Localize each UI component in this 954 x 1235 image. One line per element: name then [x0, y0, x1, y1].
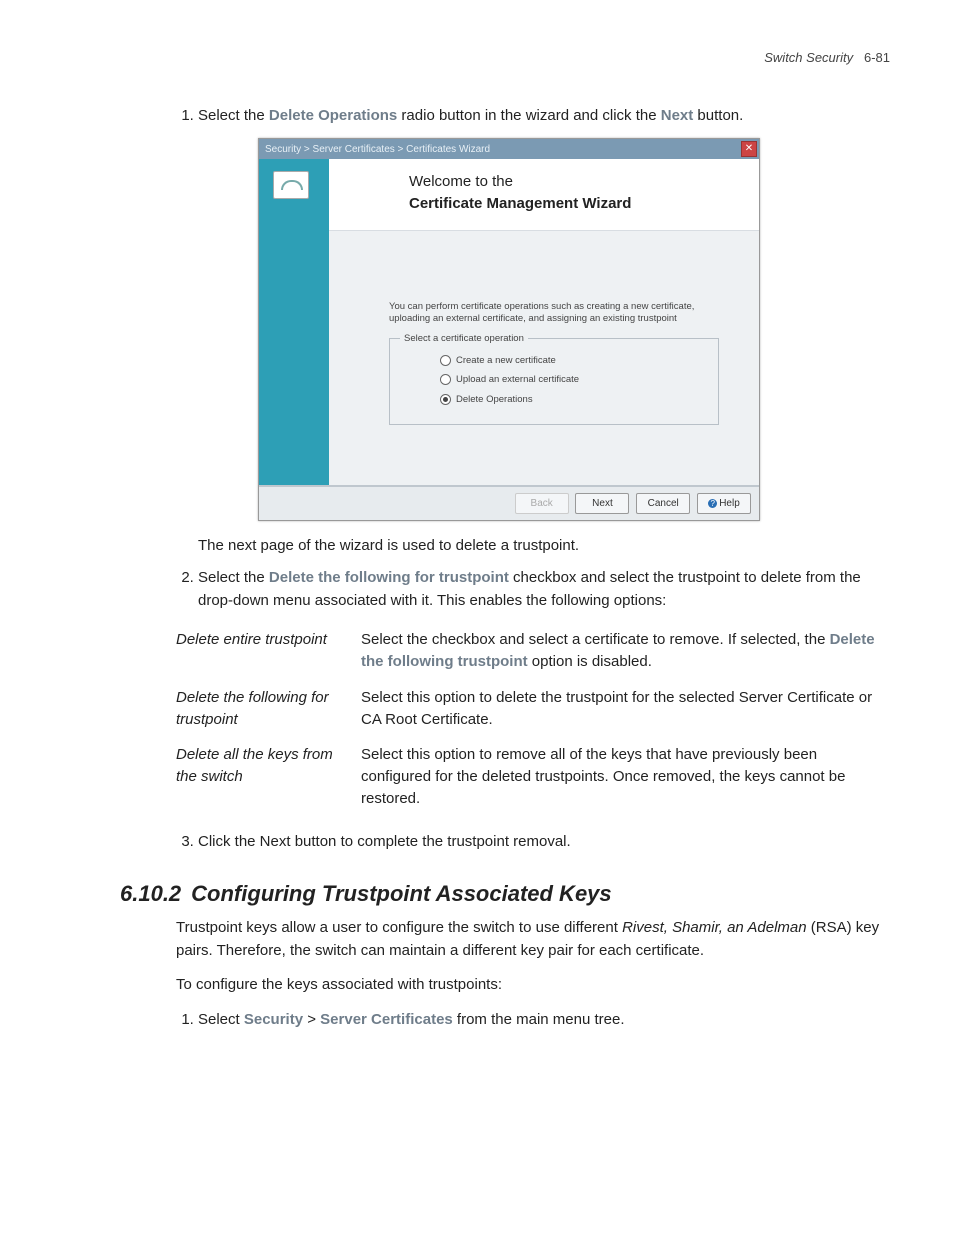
header-page: 6-81: [864, 50, 890, 65]
close-icon[interactable]: ✕: [741, 141, 757, 157]
table-row: Delete all the keys from the switch Sele…: [176, 737, 894, 816]
step-2: Select the Delete the following for trus…: [198, 567, 894, 612]
wizard-heading: Welcome to the Certificate Management Wi…: [329, 159, 759, 231]
section-number: 6.10.2: [120, 881, 181, 906]
options-table: Delete entire trustpoint Select the chec…: [176, 622, 894, 816]
next-label: Next: [661, 107, 694, 124]
radio-icon: [440, 355, 451, 366]
header-section: Switch Security: [764, 50, 853, 65]
page-header: Switch Security 6-81: [120, 50, 894, 65]
after-wizard-text: The next page of the wizard is used to d…: [198, 535, 894, 558]
delete-operations-label: Delete Operations: [269, 107, 397, 124]
delete-following-trustpoint-label: Delete the following for trustpoint: [269, 569, 509, 586]
server-certificates-menu-label: Server Certificates: [320, 1011, 453, 1028]
radio-create-certificate[interactable]: Create a new certificate: [440, 354, 702, 368]
opt-term: Delete the following for trustpoint: [176, 680, 361, 738]
wizard-description: You can perform certificate operations s…: [389, 301, 719, 327]
opt-desc: Select this option to remove all of the …: [361, 737, 894, 816]
wizard-sidebar: [259, 159, 329, 485]
radio-icon: [440, 394, 451, 405]
opt-desc: Select this option to delete the trustpo…: [361, 680, 894, 738]
wizard-titlebar: Security > Server Certificates > Certifi…: [259, 139, 759, 159]
certificate-icon: [273, 171, 309, 199]
section-p1: Trustpoint keys allow a user to configur…: [176, 917, 894, 962]
radio-icon: [440, 374, 451, 385]
back-button[interactable]: Back: [515, 493, 569, 514]
section-heading: 6.10.2 Configuring Trustpoint Associated …: [120, 881, 894, 907]
table-row: Delete entire trustpoint Select the chec…: [176, 622, 894, 680]
cancel-button[interactable]: Cancel: [636, 493, 690, 514]
opt-desc: Select the checkbox and select a certifi…: [361, 622, 894, 680]
help-icon: ?: [708, 499, 717, 508]
section-step-1: Select Security > Server Certificates fr…: [198, 1009, 894, 1032]
operation-fieldset: Select a certificate operation Create a …: [389, 338, 719, 425]
fieldset-legend: Select a certificate operation: [400, 332, 528, 346]
step-1: Select the Delete Operations radio butto…: [198, 105, 894, 557]
help-button[interactable]: ?Help: [697, 493, 751, 514]
table-row: Delete the following for trustpoint Sele…: [176, 680, 894, 738]
next-button[interactable]: Next: [575, 493, 629, 514]
opt-term: Delete entire trustpoint: [176, 622, 361, 680]
radio-upload-certificate[interactable]: Upload an external certificate: [440, 373, 702, 387]
wizard-dialog: Security > Server Certificates > Certifi…: [258, 138, 760, 521]
wizard-footer: Back Next Cancel ?Help: [259, 485, 759, 520]
opt-term: Delete all the keys from the switch: [176, 737, 361, 816]
radio-delete-operations[interactable]: Delete Operations: [440, 393, 702, 407]
section-p2: To configure the keys associated with tr…: [176, 974, 894, 997]
step-3: Click the Next button to complete the tr…: [198, 831, 894, 854]
section-title: Configuring Trustpoint Associated Keys: [191, 881, 611, 906]
security-menu-label: Security: [244, 1011, 303, 1028]
